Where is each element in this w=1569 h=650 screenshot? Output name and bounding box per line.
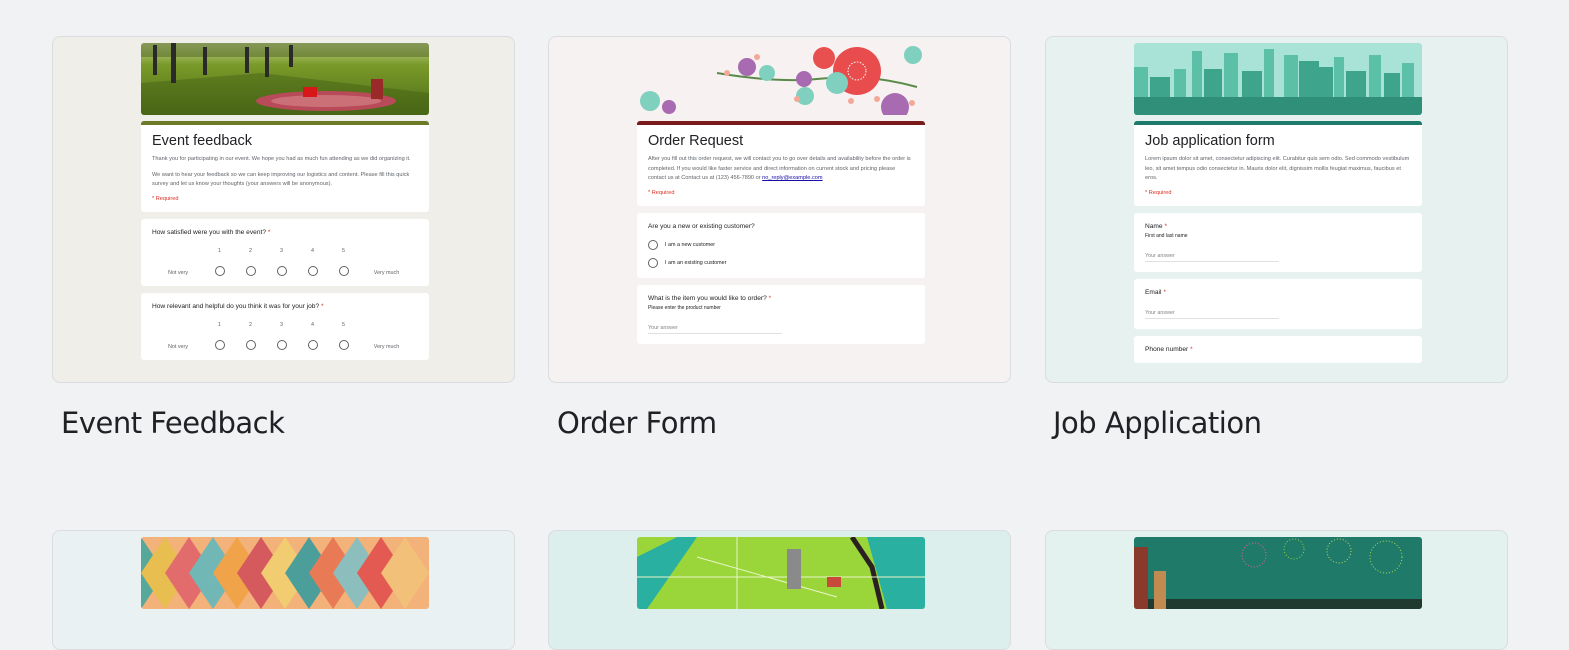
form-preview: Order Request After you fill out this or… (637, 43, 925, 344)
question-text: Are you a new or existing customer? (648, 222, 755, 230)
template-card-order-form[interactable]: Order Request After you fill out this or… (548, 36, 1011, 383)
required-note: * Required (1145, 189, 1172, 196)
form-description: We want to hear your feedback so we can … (152, 171, 410, 188)
form-preview: Event feedback Thank you for participati… (141, 43, 429, 360)
scale-number: 5 (342, 321, 345, 328)
form-title: Order Request (648, 133, 744, 149)
scale-number: 4 (311, 321, 314, 328)
linear-scale: 1 2 3 4 5 Not very Very much (152, 248, 418, 276)
scale-number: 3 (280, 321, 283, 328)
linear-scale: 1 2 3 4 5 Not very Very much (152, 322, 418, 350)
question-text: Name (1145, 222, 1163, 230)
contact-email-link: no_reply@example.com (762, 175, 823, 181)
form-description: Thank you for participating in our event… (152, 156, 411, 162)
banner-image-floral (637, 43, 925, 115)
required-star: * (1190, 345, 1193, 353)
template-name-job-application[interactable]: Job Application (1053, 406, 1262, 440)
scale-low-label: Not very (167, 343, 189, 350)
template-card[interactable] (1045, 530, 1508, 650)
scale-number: 5 (342, 247, 345, 254)
banner-image-diamond-pattern (141, 537, 429, 609)
scale-number: 1 (218, 247, 221, 254)
form-title: Job application form (1145, 133, 1275, 149)
required-note: * Required (152, 195, 179, 202)
template-name-event-feedback[interactable]: Event Feedback (61, 406, 285, 440)
banner-image-fireworks (1134, 537, 1422, 609)
form-header: Job application form Lorem ipsum dolor s… (1134, 125, 1422, 206)
question-hint: First and last name (1145, 232, 1188, 239)
radio-option (276, 339, 287, 350)
scale-number: 4 (311, 247, 314, 254)
required-star: * (320, 302, 324, 310)
scale-number: 2 (249, 247, 252, 254)
required-star: * (267, 228, 271, 236)
radio-choice: I am an existing customer (648, 257, 914, 268)
radio-option (276, 265, 287, 276)
radio-option (338, 265, 349, 276)
form-preview (637, 537, 925, 609)
scale-high-label: Very much (373, 269, 400, 276)
question-text: How relevant and helpful do you think it… (152, 302, 320, 310)
template-card-event-feedback[interactable]: Event feedback Thank you for participati… (52, 36, 515, 383)
form-description: Lorem ipsum dolor sit amet, consectetur … (1145, 156, 1410, 181)
form-preview (1134, 537, 1422, 609)
answer-placeholder: Your answer (1145, 310, 1279, 319)
option-label: I am an existing customer (665, 259, 727, 266)
question-card: Are you a new or existing customer? I am… (637, 212, 925, 278)
question-card: Name * First and last name Your answer (1134, 212, 1422, 272)
radio-option (648, 257, 658, 268)
required-star: * (1164, 222, 1168, 230)
required-star: * (768, 294, 772, 302)
template-name-order-form[interactable]: Order Form (557, 406, 717, 440)
option-label: I am a new customer (665, 241, 716, 248)
answer-placeholder: Your answer (1145, 253, 1279, 262)
radio-option (214, 339, 225, 350)
scale-number: 1 (218, 321, 221, 328)
template-card-job-application[interactable]: Job application form Lorem ipsum dolor s… (1045, 36, 1508, 383)
radio-option (214, 265, 225, 276)
radio-option (245, 339, 256, 350)
radio-option (648, 239, 658, 250)
radio-option (307, 265, 318, 276)
scale-high-label: Very much (373, 343, 400, 350)
banner-image-city-skyline (1134, 43, 1422, 115)
template-card[interactable] (52, 530, 515, 650)
form-header: Order Request After you fill out this or… (637, 125, 925, 206)
question-card: Phone number * (1134, 335, 1422, 363)
question-text: How satisfied were you with the event? (152, 228, 266, 236)
question-text: What is the item you would like to order… (648, 294, 767, 302)
question-card: Email * Your answer (1134, 278, 1422, 329)
question-text: Email (1145, 288, 1162, 296)
form-header: Event feedback Thank you for participati… (141, 125, 429, 212)
question-card: How satisfied were you with the event? *… (141, 218, 429, 286)
question-card: How relevant and helpful do you think it… (141, 292, 429, 360)
radio-option (338, 339, 349, 350)
radio-option (307, 339, 318, 350)
answer-placeholder: Your answer (648, 325, 782, 334)
scale-number: 3 (280, 247, 283, 254)
question-hint: Please enter the product number (648, 304, 721, 311)
banner-image-city-map (637, 537, 925, 609)
question-text: Phone number (1145, 345, 1189, 353)
required-star: * (1163, 288, 1166, 296)
question-card: What is the item you would like to order… (637, 284, 925, 344)
form-title: Event feedback (152, 133, 252, 149)
required-note: * Required (648, 189, 675, 196)
scale-number: 2 (249, 321, 252, 328)
radio-option (245, 265, 256, 276)
form-preview (141, 537, 429, 609)
form-preview: Job application form Lorem ipsum dolor s… (1134, 43, 1422, 363)
template-card[interactable] (548, 530, 1011, 650)
radio-choice: I am a new customer (648, 239, 914, 250)
banner-image-picnic (141, 43, 429, 115)
scale-low-label: Not very (167, 269, 189, 276)
